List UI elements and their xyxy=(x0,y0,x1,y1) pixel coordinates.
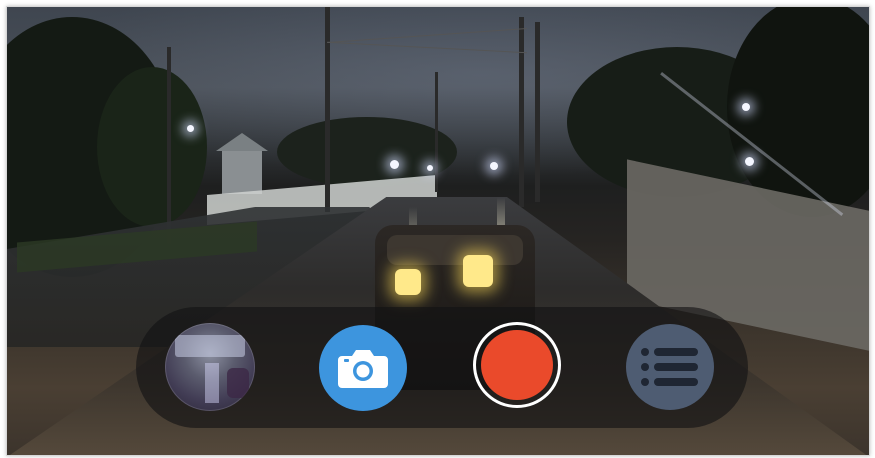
house xyxy=(216,133,268,194)
snapshot-button[interactable] xyxy=(319,325,407,411)
street-light xyxy=(490,162,498,170)
menu-button[interactable] xyxy=(626,324,714,410)
record-icon xyxy=(481,330,553,400)
utility-pole xyxy=(325,7,330,212)
tail-light xyxy=(395,269,421,295)
street-light xyxy=(427,165,433,171)
thumbnail-preview xyxy=(205,363,219,403)
street-light xyxy=(742,103,750,111)
rear-window xyxy=(387,235,523,265)
thumbnail-preview xyxy=(227,368,249,398)
utility-pole xyxy=(519,17,524,207)
street-light xyxy=(745,157,754,166)
camera-icon xyxy=(338,350,388,388)
list-menu-icon xyxy=(641,348,698,386)
thumbnail-preview xyxy=(175,335,245,357)
utility-pole xyxy=(435,72,438,192)
app-window xyxy=(6,6,870,456)
utility-pole xyxy=(167,47,171,247)
tail-light xyxy=(463,255,493,287)
record-button[interactable] xyxy=(473,322,561,408)
gallery-thumbnail-button[interactable] xyxy=(165,323,255,411)
street-light xyxy=(390,160,399,169)
tree xyxy=(97,67,207,227)
utility-pole xyxy=(535,22,540,202)
street-light xyxy=(187,125,194,132)
